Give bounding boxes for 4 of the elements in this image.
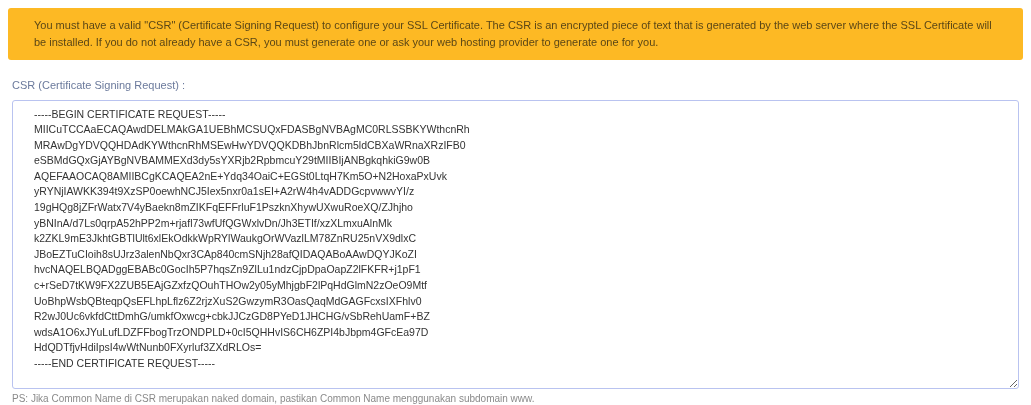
field-label: CSR (Certificate Signing Request) : bbox=[12, 78, 186, 93]
hint-text: PS: Jika Common Name di CSR merupakan naked domain, pastikan Common Name menggunakan subdomain www. bbox=[12, 391, 536, 405]
csr-field[interactable]: -----BEGIN CERTIFICATE REQUEST----- MIICuTCCAaECAQAwdDELMAkGA1UEBhMCSUQxFDASBgNVBAgMC0RLSSBKYWthcnRh MRAwDgYDVQQHDAdKYWthcnRhMSEwHwYDVQQKDBhJbnRlcm5ldCBXaWRnaXRzIFB0 eSBMdGQxGjAYBgNVBAMMEXd3dy5sYXRjb2RpbmcuY29tMIIBIjANBgkqhkiG9w0B AQEFAAOCAQ8AMIIBCgKCAQEA2nE+Ydq34OaiC+EGSt0LtqH7Km5O+N2HoxaPxUvk yRYNjIAWKK394t9XzSP0oewhNCJ5Iex5nxr0a1sEI+A2rW4h4vADDGcpvwwvYI/z 19gHQg8jZFrWatx7V4yBaekn8mZIKFqEFFrluF1PszknXhywUXwuRoeXQ/ZJhjho yBNInA/d7Ls0qrpA52hPP2m+rjafl73wfUfQGWxlvDn/Jh3ETIf/xzXLmxuAlnMk k2ZKL9mE3JkhtGBTlUlt6xlEkOdkkWpRYlWaukgOrWVazlLM78ZnRU25nVX9dlxC JBoEZTuCIoih8sUJrz3alenNbQxr3CAp840cmSNjh28afQIDAQABoAAwDQYJKoZI hvcNAQELBQADggEBABc0GocIh5P7hqsZn9ZlLu1ndzCjpDpaOapZ2lFKFR+j1pF1 c+rSeD7tKW9FX2ZUB5EAjGZxfzQOuhTHOw2y05yMhjgbF2lPqHdGlmN2zOeO9Mtf UoBhpWsbQBteqpQsEFLhpLflz6Z2rjzXuS2GwzymR3OasQaqMdGAGFcxsIXFhlv0 R2wJ0Uc6vkfdCttDmhG/umkfOxwcg+cbkJJCzGD8PYeD1JHCHG/vSbRehUamF+BZ wdsA1O6xJYuLufLDZFFbogTrzONDPLD+0cI5QHHvIS6CH6ZPI4bJbpm4GFcEa97D HdQDTfjvHdiIpsI4wWtNunb0FXyrluf3ZXdRLOs= -----END CERTIFICATE REQUEST----- bbox=[12, 99, 1019, 389]
warning-notice: You must have a valid "CSR" (Certificate Signing Request) to configure your SSL Certificate. The CSR is an encrypted piece of text that is generated by the web server where the SSL Certificate will be installed. If you do not already have a CSR, you must generate one or ask your web hosting provider to generate one for you. bbox=[8, 8, 1023, 60]
